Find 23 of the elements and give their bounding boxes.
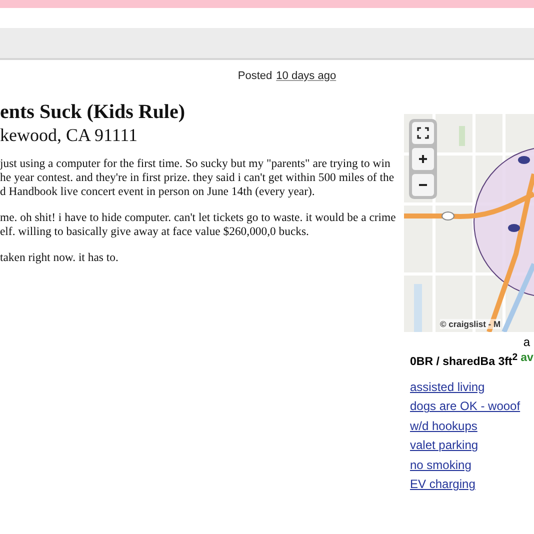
housing-attributes: 0BR / sharedBa 3ft$^{2}$ xyxy=(410,352,518,368)
posted-label: Posted xyxy=(238,70,272,82)
zoom-in-button[interactable] xyxy=(412,148,434,170)
zoom-out-button[interactable] xyxy=(412,174,434,196)
posted-time-link[interactable]: 10 days ago xyxy=(276,70,336,82)
posting-title: ents Suck (Kids Rule) xyxy=(0,100,186,124)
feature-link[interactable]: EV charging xyxy=(410,475,476,495)
posting-paragraph: me. oh shit! i have to hide computer. can't let tickets go to waste. it would be a crime elf. willing to basically give away at face value $260,000,0 bucks. xyxy=(0,211,396,239)
plus-icon xyxy=(418,154,428,164)
posting-paragraph: just using a computer for the first time. So sucky but my "parents" are trying to win he year contest. and they're in first prize. they said i can't get within 500 miles of the d Handbook live concert event in person on June 14th (every year). xyxy=(0,157,394,199)
map-attribution: © craigslist - M xyxy=(440,319,501,329)
fullscreen-button[interactable] xyxy=(412,122,434,144)
feature-link[interactable]: assisted living xyxy=(410,378,485,398)
feature-link[interactable]: dogs are OK - wooof xyxy=(410,397,520,417)
posting-paragraph: taken right now. it has to. xyxy=(0,251,118,265)
feature-link[interactable]: no smoking xyxy=(410,456,472,476)
posting-location: kewood, CA 91111 xyxy=(0,124,138,146)
cut-text: a xyxy=(523,335,530,349)
feature-link[interactable]: valet parking xyxy=(410,436,478,456)
minus-icon xyxy=(418,183,428,187)
availability-text: av xyxy=(520,352,534,366)
fullscreen-icon xyxy=(417,127,429,139)
feature-link[interactable]: w/d hookups xyxy=(410,416,478,436)
